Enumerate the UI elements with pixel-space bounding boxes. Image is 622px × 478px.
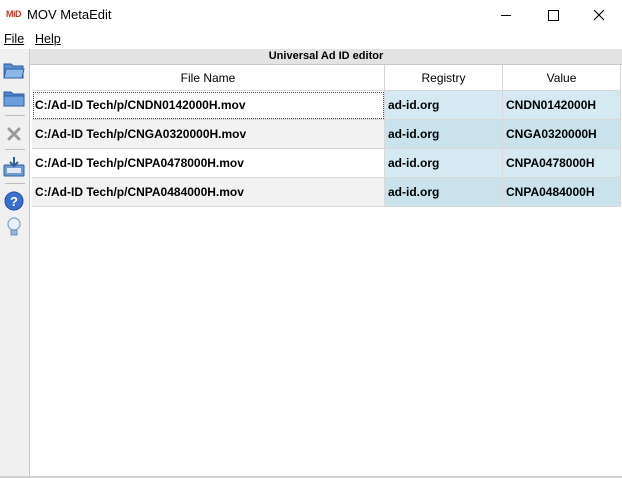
open-files-button[interactable]: [3, 59, 25, 81]
open-directory-button[interactable]: [3, 87, 25, 109]
remove-icon: [7, 127, 21, 141]
open-folder-icon: [3, 63, 25, 79]
panel-title: Universal Ad ID editor: [30, 49, 622, 65]
toolbar-separator: [5, 149, 25, 150]
about-button[interactable]: [3, 216, 25, 238]
registry-cell[interactable]: ad-id.org: [385, 120, 503, 149]
menu-bar: File Help: [0, 30, 622, 49]
registry-cell[interactable]: ad-id.org: [385, 178, 503, 207]
value-cell[interactable]: CNPA0478000H: [503, 149, 621, 178]
file-name-cell[interactable]: C:/Ad-ID Tech/p/CNDN0142000H.mov: [32, 91, 385, 120]
table-row[interactable]: C:/Ad-ID Tech/p/CNGA0320000H.mov ad-id.o…: [32, 120, 621, 149]
remove-button[interactable]: [3, 123, 25, 145]
window-title: MOV MetaEdit: [27, 7, 112, 22]
title-bar: MiD MOV MetaEdit: [0, 0, 622, 30]
open-directory-icon: [3, 91, 25, 107]
minimize-button[interactable]: [483, 0, 529, 30]
minimize-icon: [501, 14, 511, 16]
save-icon: [3, 157, 25, 177]
table-row[interactable]: C:/Ad-ID Tech/p/CNPA0478000H.mov ad-id.o…: [32, 149, 621, 178]
close-icon: [593, 9, 605, 21]
value-cell[interactable]: CNDN0142000H: [503, 91, 621, 120]
save-button[interactable]: [3, 156, 25, 178]
column-header-registry[interactable]: Registry: [385, 65, 503, 91]
editor-panel: Universal Ad ID editor File Name Registr…: [30, 49, 622, 478]
side-toolbar: ?: [0, 49, 30, 478]
file-name-cell[interactable]: C:/Ad-ID Tech/p/CNPA0484000H.mov: [32, 178, 385, 207]
file-name-cell[interactable]: C:/Ad-ID Tech/p/CNPA0478000H.mov: [32, 149, 385, 178]
app-logo-icon: MiD: [6, 9, 22, 19]
table-row[interactable]: C:/Ad-ID Tech/p/CNDN0142000H.mov ad-id.o…: [32, 91, 621, 120]
menu-help[interactable]: Help: [35, 32, 61, 46]
toolbar-separator: [5, 115, 25, 116]
registry-cell[interactable]: ad-id.org: [385, 149, 503, 178]
toolbar-separator: [5, 183, 25, 184]
close-button[interactable]: [576, 0, 622, 30]
value-cell[interactable]: CNPA0484000H: [503, 178, 621, 207]
file-name-cell[interactable]: C:/Ad-ID Tech/p/CNGA0320000H.mov: [32, 120, 385, 149]
column-header-file-name[interactable]: File Name: [32, 65, 385, 91]
maximize-icon: [547, 9, 559, 21]
about-lightbulb-icon: [7, 217, 21, 236]
value-cell[interactable]: CNGA0320000H: [503, 120, 621, 149]
registry-cell[interactable]: ad-id.org: [385, 91, 503, 120]
menu-file[interactable]: File: [4, 32, 24, 46]
help-button[interactable]: ?: [3, 190, 25, 212]
maximize-button[interactable]: [530, 0, 576, 30]
svg-text:?: ?: [10, 194, 18, 209]
table-row[interactable]: C:/Ad-ID Tech/p/CNPA0484000H.mov ad-id.o…: [32, 178, 621, 207]
help-icon: ?: [4, 191, 24, 211]
column-header-value[interactable]: Value: [503, 65, 621, 91]
